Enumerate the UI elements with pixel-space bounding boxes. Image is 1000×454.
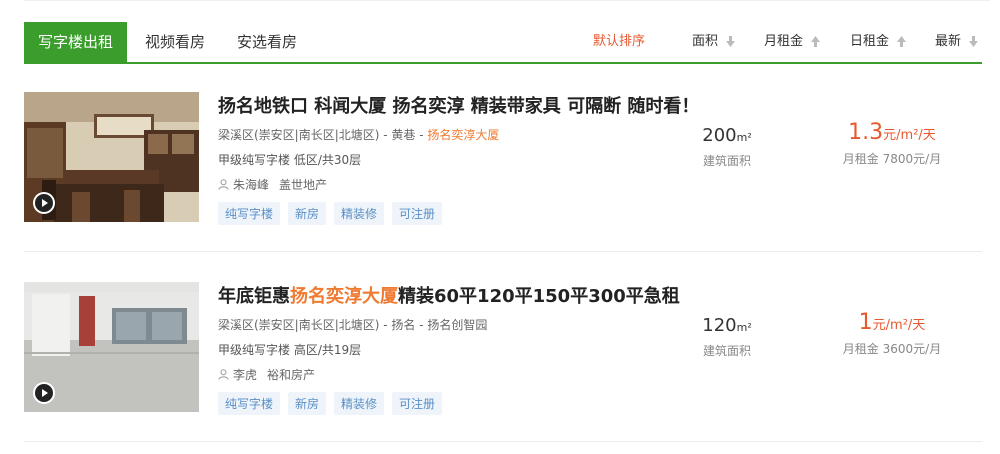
listing-title-text: 扬名地铁口 科闻大厦 扬名奕淳 精装带家具 可隔断 随时看！ [218,96,700,117]
price-unit: 元/m²/天 [872,318,926,333]
tag: 可注册 [392,202,443,225]
area-unit: m² [736,131,752,144]
listing-address: 梁溪区(崇安区|南长区|北塘区) - 扬名 - 扬名创智园 [218,316,487,333]
address-text: 梁溪区(崇安区|南长区|北塘区) - 黄巷 - [218,128,428,142]
listing-meta: 甲级纯写字楼 低区/共30层 [218,153,362,167]
price-value: 1 [858,310,873,335]
tag: 新房 [288,392,327,415]
agent-company: 裕和房产 [267,368,316,382]
tag: 可注册 [392,392,443,415]
listing-price: 1.3元/m²/天 月租金 7800元/月 [817,120,967,167]
area-unit: m² [736,321,752,334]
building-link[interactable]: 扬名奕淳大厦 [427,128,499,142]
arrow-down-icon [969,36,979,47]
area-value: 120 [702,315,737,336]
divider [24,441,982,442]
sort-monthly-rent[interactable]: 月租金 [764,22,821,62]
sort-newest-label: 最新 [935,34,962,49]
listing-photo[interactable] [24,92,199,222]
listing-address: 梁溪区(崇安区|南长区|北塘区) - 黄巷 - 扬名奕淳大厦 [218,126,499,143]
listing-title-highlight: 扬名奕淳大厦 [290,286,398,307]
tab-secure-viewing[interactable]: 安选看房 [237,22,297,62]
arrow-up-icon [897,36,907,47]
play-video-icon[interactable] [33,382,55,404]
tag: 新房 [288,202,327,225]
area-value: 200 [702,125,737,146]
sort-daily-rent[interactable]: 日租金 [850,22,907,62]
top-divider [24,0,990,1]
area-label: 建筑面积 [702,344,751,358]
tag: 纯写字楼 [218,202,281,225]
listing-item[interactable]: 年底钜惠扬名奕淳大厦精装60平120平150平300平急租 梁溪区(崇安区|南长… [24,252,982,442]
listing-area: 120m² 建筑面积 [674,315,780,359]
tab-office-rent[interactable]: 写字楼出租 [24,22,128,62]
listing-meta: 甲级纯写字楼 高区/共19层 [218,343,362,357]
sort-default-label: 默认排序 [593,34,646,49]
listing-agent: 朱海峰 盖世地产 [218,176,327,193]
sort-daily-rent-label: 日租金 [850,34,890,49]
sort-newest[interactable]: 最新 [935,22,979,62]
sort-monthly-rent-label: 月租金 [764,34,804,49]
sort-default[interactable]: 默认排序 [593,22,645,62]
listing-agent: 李虎 裕和房产 [218,366,315,383]
sort-area-label: 面积 [692,34,719,49]
person-icon [218,369,229,380]
arrow-down-icon [726,36,736,47]
listing-item[interactable]: 扬名地铁口 科闻大厦 扬名奕淳 精装带家具 可隔断 随时看！ 梁溪区(崇安区|南… [24,62,982,252]
tab-video-viewing[interactable]: 视频看房 [145,22,205,62]
person-icon [218,179,229,190]
listing-title[interactable]: 年底钜惠扬名奕淳大厦精装60平120平150平300平急租 [218,282,680,308]
tag: 精装修 [334,202,385,225]
agent-name[interactable]: 朱海峰 [233,176,269,193]
listing-title[interactable]: 扬名地铁口 科闻大厦 扬名奕淳 精装带家具 可隔断 随时看！ [218,92,699,118]
tag: 精装修 [334,392,385,415]
address-text: 梁溪区(崇安区|南长区|北塘区) - 扬名 - 扬名创智园 [218,318,488,332]
agent-company: 盖世地产 [279,178,328,192]
listing-tags: 纯写字楼 新房 精装修 可注册 [218,202,443,225]
agent-name[interactable]: 李虎 [233,366,257,383]
listing-area: 200m² 建筑面积 [674,125,780,169]
price-value: 1.3 [848,120,884,145]
area-label: 建筑面积 [702,154,751,168]
monthly-rent: 月租金 3600元/月 [842,342,942,356]
sort-area[interactable]: 面积 [692,22,736,62]
listing-tags: 纯写字楼 新房 精装修 可注册 [218,392,443,415]
monthly-rent: 月租金 7800元/月 [842,152,942,166]
arrow-up-icon [811,36,821,47]
tag: 纯写字楼 [218,392,281,415]
listing-title-text: 年底钜惠 [218,286,290,307]
price-unit: 元/m²/天 [883,128,936,143]
listing-price: 1元/m²/天 月租金 3600元/月 [817,310,967,357]
play-video-icon[interactable] [33,192,55,214]
tab-bar: 写字楼出租 视频看房 安选看房 默认排序 面积 月租金 日租金 最新 [24,22,982,64]
listing-title-rest: 精装60平120平150平300平急租 [398,286,680,307]
listing-photo[interactable] [24,282,199,412]
